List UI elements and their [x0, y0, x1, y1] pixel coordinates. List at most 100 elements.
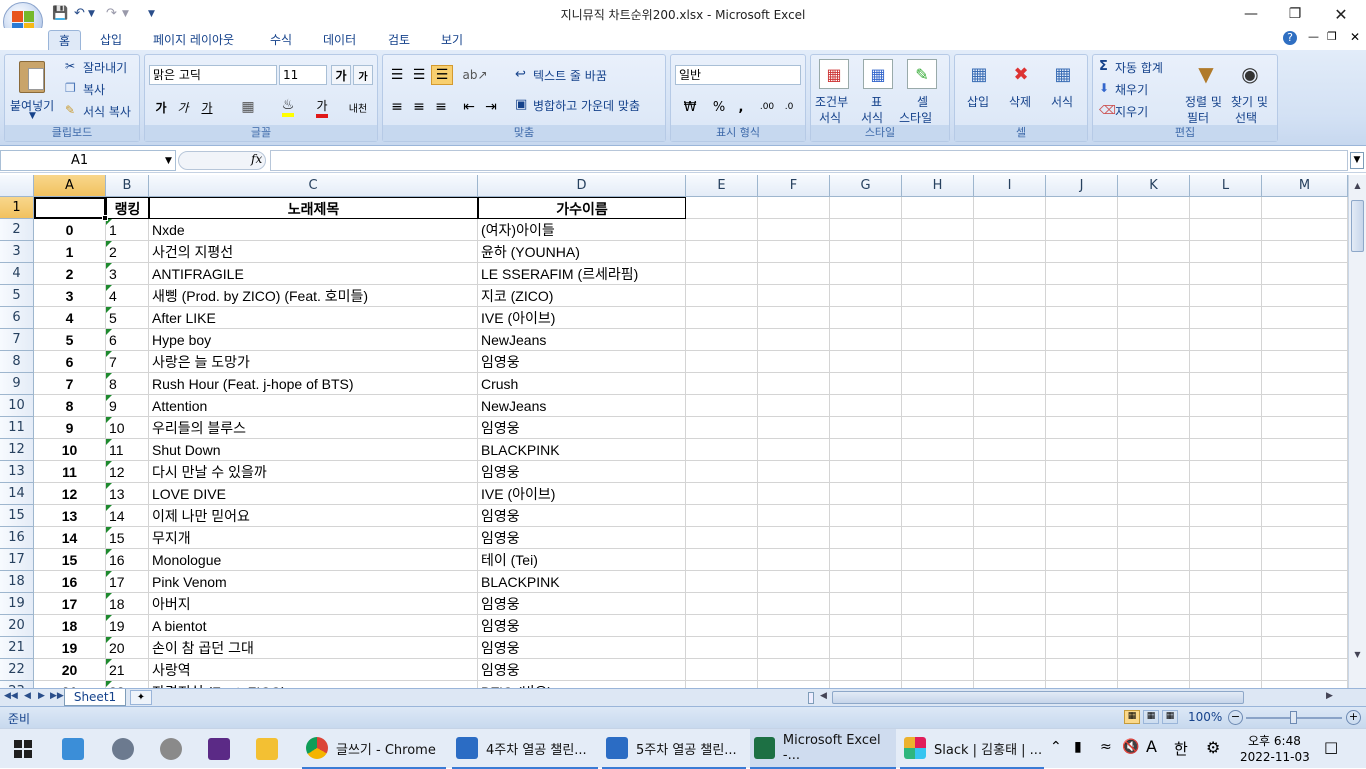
empty-cell[interactable] [830, 659, 902, 681]
empty-cell[interactable] [758, 263, 830, 285]
column-header[interactable]: I [974, 175, 1046, 197]
empty-cell[interactable] [902, 483, 974, 505]
empty-cell[interactable] [1190, 197, 1262, 219]
start-button[interactable] [14, 729, 32, 769]
empty-cell[interactable] [686, 483, 758, 505]
row-header[interactable]: 16 [0, 527, 34, 549]
song-title-cell[interactable]: 무지개 [149, 527, 478, 549]
header-cell[interactable]: 가수이름 [478, 197, 686, 219]
index-cell[interactable]: 8 [34, 395, 106, 417]
empty-cell[interactable] [1262, 285, 1348, 307]
empty-cell[interactable] [686, 439, 758, 461]
empty-cell[interactable] [1190, 395, 1262, 417]
empty-cell[interactable] [758, 329, 830, 351]
cut-button[interactable]: 잘라내기 [83, 59, 127, 76]
empty-cell[interactable] [686, 681, 758, 688]
row-header[interactable]: 17 [0, 549, 34, 571]
conditional-format-icon[interactable]: ▦ [819, 59, 849, 89]
align-middle-icon[interactable]: ☰ [409, 65, 429, 85]
index-cell[interactable]: 14 [34, 527, 106, 549]
row-header[interactable]: 20 [0, 615, 34, 637]
song-title-cell[interactable]: Monologue [149, 549, 478, 571]
empty-cell[interactable] [830, 263, 902, 285]
empty-cell[interactable] [830, 637, 902, 659]
artist-cell[interactable]: Crush [478, 373, 686, 395]
song-title-cell[interactable]: Attention [149, 395, 478, 417]
empty-cell[interactable] [758, 659, 830, 681]
empty-cell[interactable] [1118, 241, 1190, 263]
empty-cell[interactable] [830, 329, 902, 351]
restore-button[interactable]: ❐ [1272, 0, 1318, 28]
row-header[interactable]: 2 [0, 219, 34, 241]
empty-cell[interactable] [974, 439, 1046, 461]
empty-cell[interactable] [902, 439, 974, 461]
cell-styles-label-1[interactable]: 셀 [917, 93, 928, 110]
song-title-cell[interactable]: 자격지심 (Feat. ZICO) [149, 681, 478, 688]
empty-cell[interactable] [1262, 395, 1348, 417]
number-format-select[interactable]: 일반 [675, 65, 801, 85]
artist-cell[interactable]: 임영웅 [478, 637, 686, 659]
empty-cell[interactable] [974, 395, 1046, 417]
zoom-slider-thumb[interactable] [1290, 711, 1297, 724]
empty-cell[interactable] [1118, 307, 1190, 329]
tab-formulas[interactable]: 수식 [270, 30, 292, 50]
empty-cell[interactable] [1190, 571, 1262, 593]
empty-cell[interactable] [830, 395, 902, 417]
empty-cell[interactable] [974, 197, 1046, 219]
empty-cell[interactable] [1118, 593, 1190, 615]
empty-cell[interactable] [902, 219, 974, 241]
empty-cell[interactable] [902, 307, 974, 329]
empty-cell[interactable] [1190, 417, 1262, 439]
empty-cell[interactable] [902, 351, 974, 373]
song-title-cell[interactable]: Nxde [149, 219, 478, 241]
empty-cell[interactable] [1046, 549, 1118, 571]
empty-cell[interactable] [1118, 219, 1190, 241]
ime-mode-han[interactable]: 한 [1174, 738, 1188, 759]
index-cell[interactable]: 15 [34, 549, 106, 571]
index-cell[interactable]: 13 [34, 505, 106, 527]
rank-cell[interactable]: 8 [106, 373, 149, 395]
empty-cell[interactable] [974, 351, 1046, 373]
index-cell[interactable]: 20 [34, 659, 106, 681]
empty-cell[interactable] [758, 285, 830, 307]
rank-cell[interactable]: 4 [106, 285, 149, 307]
empty-cell[interactable] [758, 483, 830, 505]
empty-cell[interactable] [1046, 197, 1118, 219]
active-cell-a1[interactable] [34, 197, 106, 219]
empty-cell[interactable] [902, 659, 974, 681]
empty-cell[interactable] [830, 571, 902, 593]
percent-icon[interactable]: % [709, 97, 729, 117]
empty-cell[interactable] [1190, 351, 1262, 373]
column-header[interactable]: L [1190, 175, 1262, 197]
empty-cell[interactable] [686, 351, 758, 373]
paste-dropdown-icon[interactable]: ▼ [29, 111, 36, 121]
song-title-cell[interactable]: A bientot [149, 615, 478, 637]
taskbar-note-4[interactable]: 4주차 열공 챌린... [452, 729, 598, 769]
empty-cell[interactable] [1046, 373, 1118, 395]
artist-cell[interactable]: 임영웅 [478, 593, 686, 615]
delete-cells-icon[interactable]: ✖ [1007, 59, 1035, 89]
empty-cell[interactable] [1118, 681, 1190, 688]
empty-cell[interactable] [758, 681, 830, 688]
artist-cell[interactable]: BLACKPINK [478, 439, 686, 461]
empty-cell[interactable] [1262, 263, 1348, 285]
rank-cell[interactable]: 12 [106, 461, 149, 483]
empty-cell[interactable] [830, 351, 902, 373]
rank-cell[interactable]: 17 [106, 571, 149, 593]
wifi-icon[interactable]: ≈ [1100, 739, 1112, 755]
row-header[interactable]: 13 [0, 461, 34, 483]
empty-cell[interactable] [1262, 197, 1348, 219]
fill-button[interactable]: 채우기 [1115, 81, 1148, 98]
rank-cell[interactable]: 5 [106, 307, 149, 329]
empty-cell[interactable] [974, 373, 1046, 395]
battery-icon[interactable]: ▮ [1074, 739, 1082, 755]
taskbar-chrome[interactable]: 글쓰기 - Chrome [302, 729, 446, 769]
empty-cell[interactable] [1262, 593, 1348, 615]
empty-cell[interactable] [1046, 241, 1118, 263]
scroll-right-icon[interactable]: ▶ [1326, 691, 1333, 701]
rank-cell[interactable]: 16 [106, 549, 149, 571]
empty-cell[interactable] [1118, 439, 1190, 461]
formula-input[interactable] [270, 150, 1348, 171]
empty-cell[interactable] [974, 263, 1046, 285]
name-box[interactable]: A1 ▼ [0, 150, 176, 171]
